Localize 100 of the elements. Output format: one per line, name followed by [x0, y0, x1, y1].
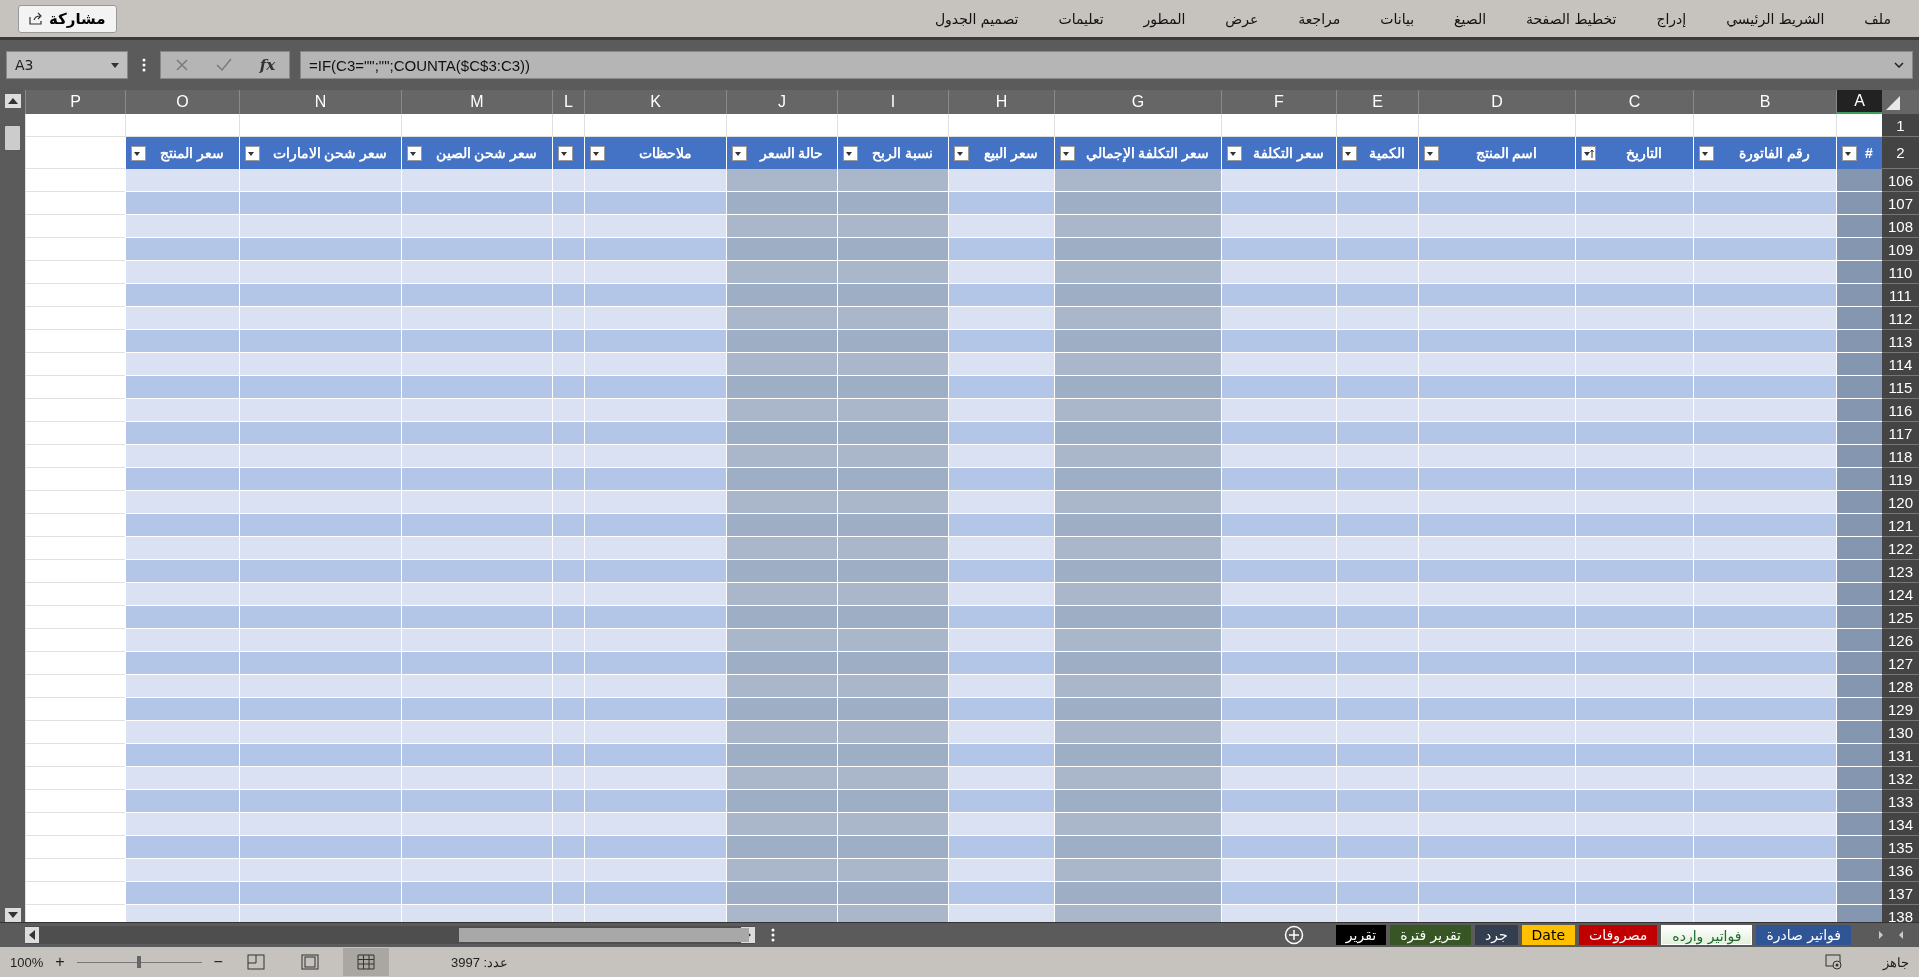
row-header[interactable]: 125: [1882, 606, 1919, 629]
column-header[interactable]: C: [1575, 90, 1693, 114]
ribbon-tab[interactable]: تعليمات: [1038, 10, 1124, 27]
scroll-thumb[interactable]: [5, 126, 20, 150]
column-header[interactable]: G: [1054, 90, 1221, 114]
normal-view-icon[interactable]: [356, 954, 375, 970]
insert-function-button[interactable]: fx: [259, 56, 276, 74]
ribbon-tab[interactable]: عرض: [1205, 10, 1279, 27]
row-header[interactable]: 128: [1882, 675, 1919, 698]
sheet-tab[interactable]: فواتير وارده: [1661, 925, 1753, 945]
row-header[interactable]: 137: [1882, 882, 1919, 905]
column-header[interactable]: P: [25, 90, 125, 114]
row-header[interactable]: 124: [1882, 583, 1919, 606]
ribbon-tab[interactable]: تخطيط الصفحة: [1506, 10, 1637, 27]
page-break-view-icon[interactable]: [246, 954, 265, 970]
filter-button[interactable]: [1060, 145, 1075, 161]
filter-button[interactable]: [245, 145, 260, 161]
row-header[interactable]: 110: [1882, 261, 1919, 284]
row-header[interactable]: 121: [1882, 514, 1919, 537]
row-header[interactable]: 108: [1882, 215, 1919, 238]
filter-button[interactable]: [407, 145, 422, 161]
next-sheet-icon[interactable]: [1897, 930, 1905, 940]
expand-icon[interactable]: [1894, 62, 1904, 68]
sheet-tab[interactable]: جرد: [1474, 925, 1518, 945]
column-header[interactable]: B: [1693, 90, 1836, 114]
filter-button[interactable]: [590, 145, 605, 161]
column-header[interactable]: J: [726, 90, 837, 114]
row-header[interactable]: 134: [1882, 813, 1919, 836]
sheet-tab[interactable]: Date: [1521, 925, 1576, 945]
row-header[interactable]: 123: [1882, 560, 1919, 583]
scroll-up-icon[interactable]: [4, 94, 21, 108]
row-header[interactable]: 120: [1882, 491, 1919, 514]
row-header[interactable]: 107: [1882, 192, 1919, 215]
filter-button[interactable]: [1424, 145, 1439, 161]
more-icon[interactable]: [142, 58, 146, 72]
filter-button[interactable]: [558, 145, 573, 161]
row-header[interactable]: 111: [1882, 284, 1919, 307]
filter-button[interactable]: [1581, 145, 1596, 161]
column-header[interactable]: O: [125, 90, 239, 114]
zoom-thumb[interactable]: [137, 956, 142, 968]
row-header[interactable]: 118: [1882, 445, 1919, 468]
column-header[interactable]: I: [837, 90, 948, 114]
accessibility-icon[interactable]: [1825, 954, 1843, 970]
row-header[interactable]: 2: [1882, 137, 1919, 169]
filter-button[interactable]: [1342, 145, 1357, 161]
row-header[interactable]: 106: [1882, 169, 1919, 192]
column-header[interactable]: D: [1418, 90, 1575, 114]
ribbon-tab[interactable]: تصميم الجدول: [914, 10, 1039, 27]
row-header[interactable]: 131: [1882, 744, 1919, 767]
filter-button[interactable]: [732, 145, 747, 161]
row-header[interactable]: 1: [1882, 114, 1919, 137]
row-header[interactable]: 113: [1882, 330, 1919, 353]
row-header[interactable]: 138: [1882, 905, 1919, 922]
row-header[interactable]: 129: [1882, 698, 1919, 721]
filter-button[interactable]: [1227, 145, 1242, 161]
row-header[interactable]: 126: [1882, 629, 1919, 652]
row-header[interactable]: 117: [1882, 422, 1919, 445]
filter-button[interactable]: [131, 145, 146, 161]
row-header[interactable]: 133: [1882, 790, 1919, 813]
ribbon-tab[interactable]: المطور: [1123, 10, 1206, 27]
column-header[interactable]: K: [584, 90, 726, 114]
filter-button[interactable]: [843, 145, 858, 161]
check-icon[interactable]: [216, 58, 233, 72]
previous-sheet-icon[interactable]: [1877, 930, 1885, 940]
sheet-tab[interactable]: مصروفات: [1579, 925, 1658, 945]
sheet-tab[interactable]: تقرير: [1335, 925, 1387, 945]
row-header[interactable]: 112: [1882, 307, 1919, 330]
column-header[interactable]: L: [552, 90, 584, 114]
filter-button[interactable]: [954, 145, 969, 161]
row-header[interactable]: 115: [1882, 376, 1919, 399]
page-layout-icon[interactable]: [300, 954, 319, 970]
ribbon-tab[interactable]: الشريط الرئيسي: [1706, 10, 1845, 27]
ribbon-tab[interactable]: إدراج: [1636, 10, 1707, 27]
ribbon-tab[interactable]: الصيغ: [1434, 10, 1507, 27]
formula-field[interactable]: =IF(C3="";"";COUNTA($C$3:C3)): [300, 51, 1913, 79]
zoom-in-button[interactable]: +: [55, 953, 65, 971]
scroll-left-icon[interactable]: [25, 927, 39, 943]
row-header[interactable]: 135: [1882, 836, 1919, 859]
column-header[interactable]: E: [1336, 90, 1418, 114]
column-header[interactable]: A: [1836, 90, 1882, 114]
ribbon-tab[interactable]: بيانات: [1360, 10, 1435, 27]
zoom-out-button[interactable]: −: [213, 953, 223, 971]
zoom-percent[interactable]: 100%: [10, 954, 44, 970]
share-button[interactable]: مشاركة: [18, 4, 117, 33]
row-header[interactable]: 130: [1882, 721, 1919, 744]
row-header[interactable]: 127: [1882, 652, 1919, 675]
column-header[interactable]: M: [401, 90, 552, 114]
ribbon-tab[interactable]: مراجعة: [1278, 10, 1361, 27]
row-header[interactable]: 116: [1882, 399, 1919, 422]
sheet-tab[interactable]: تقرير فترة: [1390, 925, 1471, 945]
scroll-down-icon[interactable]: [4, 908, 21, 922]
select-all-icon[interactable]: [1886, 96, 1900, 110]
row-header[interactable]: 136: [1882, 859, 1919, 882]
column-header[interactable]: N: [239, 90, 401, 114]
filter-button[interactable]: [1842, 145, 1857, 161]
row-header[interactable]: 119: [1882, 468, 1919, 491]
add-sheet-icon[interactable]: [1283, 925, 1304, 945]
row-header[interactable]: 109: [1882, 238, 1919, 261]
scroll-thumb[interactable]: [459, 928, 749, 942]
row-header[interactable]: 114: [1882, 353, 1919, 376]
